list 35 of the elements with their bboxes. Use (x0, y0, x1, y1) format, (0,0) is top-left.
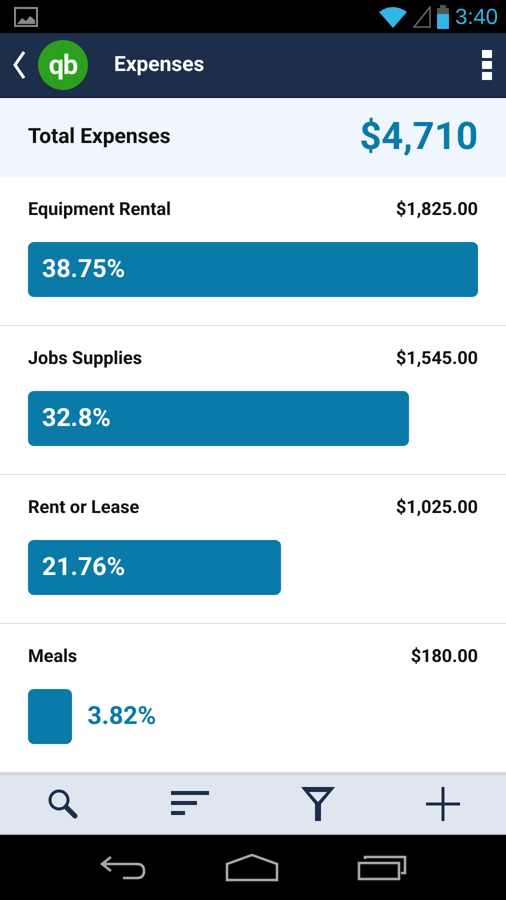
home-icon[interactable] (225, 854, 279, 882)
add-icon (426, 787, 460, 822)
percent-label: 3.82% (87, 700, 156, 733)
screen-title: Expenses (114, 52, 206, 77)
clock-time: 3:40 (455, 4, 498, 30)
percent-bar: 32.8% (28, 390, 409, 446)
percent-bar: 38.75% (28, 242, 478, 297)
search-icon (46, 787, 80, 822)
category-name: Equipment Rental (28, 198, 171, 220)
expense-row[interactable]: Jobs Supplies $1,545.00 32.8% (0, 326, 506, 475)
category-amount: $1,025.00 (396, 496, 478, 518)
category-name: Jobs Supplies (28, 348, 142, 369)
app-logo: qb (38, 40, 88, 90)
category-amount: $180.00 (410, 646, 478, 667)
image-icon (14, 6, 38, 27)
total-amount: $4,710 (360, 115, 478, 160)
signal-icon (413, 6, 432, 28)
category-name: Rent or Lease (28, 496, 140, 518)
expense-row[interactable]: Equipment Rental $1,825.00 38.75% (0, 176, 506, 326)
total-label: Total Expenses (28, 125, 171, 150)
sort-icon (171, 791, 210, 818)
wifi-icon (379, 6, 408, 28)
battery-icon (437, 4, 450, 29)
expense-row[interactable]: Meals $180.00 3.82% (0, 624, 506, 773)
category-amount: $1,545.00 (396, 348, 478, 369)
recent-apps-icon[interactable] (357, 854, 407, 881)
category-name: Meals (28, 646, 78, 667)
expense-row[interactable]: Rent or Lease $1,025.00 21.76% (0, 474, 506, 624)
more-icon[interactable] (482, 50, 492, 80)
percent-bar (28, 688, 72, 744)
filter-icon (300, 787, 335, 822)
back-icon[interactable] (99, 854, 147, 881)
category-amount: $1,825.00 (396, 198, 478, 220)
percent-bar: 21.76% (28, 540, 281, 595)
back-icon[interactable] (12, 50, 26, 80)
